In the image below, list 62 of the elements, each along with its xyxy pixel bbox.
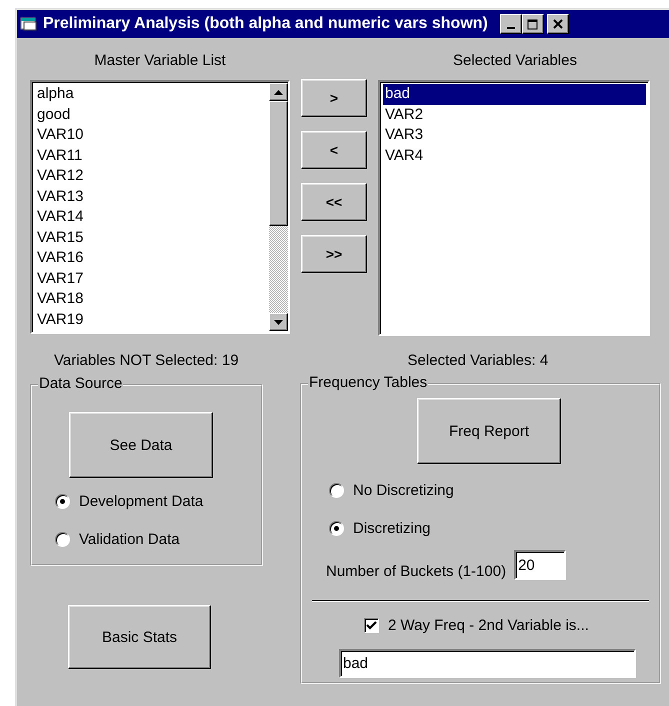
window-title: Preliminary Analysis (both alpha and numeric vars shown) xyxy=(43,15,488,33)
check-icon xyxy=(366,620,377,631)
option-label: No Discretizing xyxy=(353,482,454,498)
radio-button[interactable] xyxy=(329,482,344,498)
list-item[interactable]: bad xyxy=(383,84,646,104)
move-button[interactable]: << xyxy=(301,183,367,221)
list-item[interactable]: VAR18 xyxy=(35,289,269,310)
close-button[interactable] xyxy=(546,14,569,34)
list-item[interactable]: VAR17 xyxy=(35,268,269,289)
checkbox[interactable] xyxy=(364,618,379,633)
radio-option[interactable]: Development Data xyxy=(55,491,261,511)
list-item[interactable]: VAR14 xyxy=(35,207,269,228)
list-label: Selected Variables xyxy=(452,52,578,70)
minimize-button[interactable] xyxy=(500,14,522,34)
option-label: Development Data xyxy=(79,492,204,510)
list-item[interactable]: VAR11 xyxy=(35,146,269,166)
list-item[interactable]: VAR10 xyxy=(35,125,269,146)
list-item[interactable]: VAR13 xyxy=(35,186,269,207)
checkbox-label: 2 Way Freq - 2nd Variable is... xyxy=(388,617,589,634)
group-title: Frequency Tables xyxy=(308,374,428,392)
up-arrow-icon xyxy=(274,90,283,94)
move-button[interactable]: > xyxy=(301,79,367,117)
list-item[interactable]: VAR12 xyxy=(35,166,269,186)
radio-button[interactable] xyxy=(55,532,70,546)
list-item[interactable]: VAR19 xyxy=(35,310,269,330)
option-label: Discretizing xyxy=(353,520,431,536)
list-item[interactable]: VAR3 xyxy=(383,125,648,146)
close-icon xyxy=(552,19,563,29)
down-arrow-icon xyxy=(274,320,283,324)
count-label: Selected Variables: 4 xyxy=(408,352,548,370)
move-button[interactable]: >> xyxy=(301,235,367,273)
list-item[interactable]: VAR4 xyxy=(383,146,648,166)
count-label: Variables NOT Selected: 19 xyxy=(54,352,239,370)
maximize-button[interactable] xyxy=(522,14,544,34)
radio-button[interactable] xyxy=(329,520,344,536)
list-item[interactable]: VAR16 xyxy=(35,248,269,268)
radio-option[interactable]: Validation Data xyxy=(55,529,261,549)
variable-list[interactable]: alpha good VAR10 VAR11 VAR12 VAR13 VAR14 VAR15 VAR16 VAR17 VAR18 VAR19 xyxy=(30,80,290,334)
list-label: Master Variable List xyxy=(93,52,227,70)
list-item[interactable]: VAR15 xyxy=(35,228,269,248)
see-data-button[interactable]: See Data xyxy=(69,412,213,478)
variable-list[interactable]: bad VAR2 VAR3 VAR4 xyxy=(378,80,650,336)
field-label: Number of Buckets (1-100) xyxy=(326,563,506,580)
radio-option[interactable]: No Discretizing xyxy=(329,480,659,500)
scroll-down-button[interactable] xyxy=(269,313,288,331)
radio-button[interactable] xyxy=(55,494,70,508)
minimize-icon xyxy=(506,27,515,29)
option-label: Validation Data xyxy=(79,530,180,548)
list-item[interactable]: good xyxy=(35,104,269,125)
list-item[interactable]: VAR2 xyxy=(383,104,648,125)
variable-field[interactable]: bad xyxy=(339,649,636,678)
scroll-thumb[interactable] xyxy=(269,101,288,226)
buckets-field[interactable]: 20 xyxy=(514,550,566,580)
scrollbar[interactable] xyxy=(269,83,288,331)
radio-option[interactable]: Discretizing xyxy=(329,518,659,538)
freq-report-button[interactable]: Freq Report xyxy=(417,398,561,464)
move-button[interactable]: < xyxy=(301,131,367,169)
list-item[interactable]: alpha xyxy=(35,84,269,104)
window-icon xyxy=(20,16,38,32)
basic-stats-button[interactable]: Basic Stats xyxy=(68,605,211,669)
scroll-up-button[interactable] xyxy=(269,83,288,101)
maximize-icon xyxy=(527,18,538,30)
